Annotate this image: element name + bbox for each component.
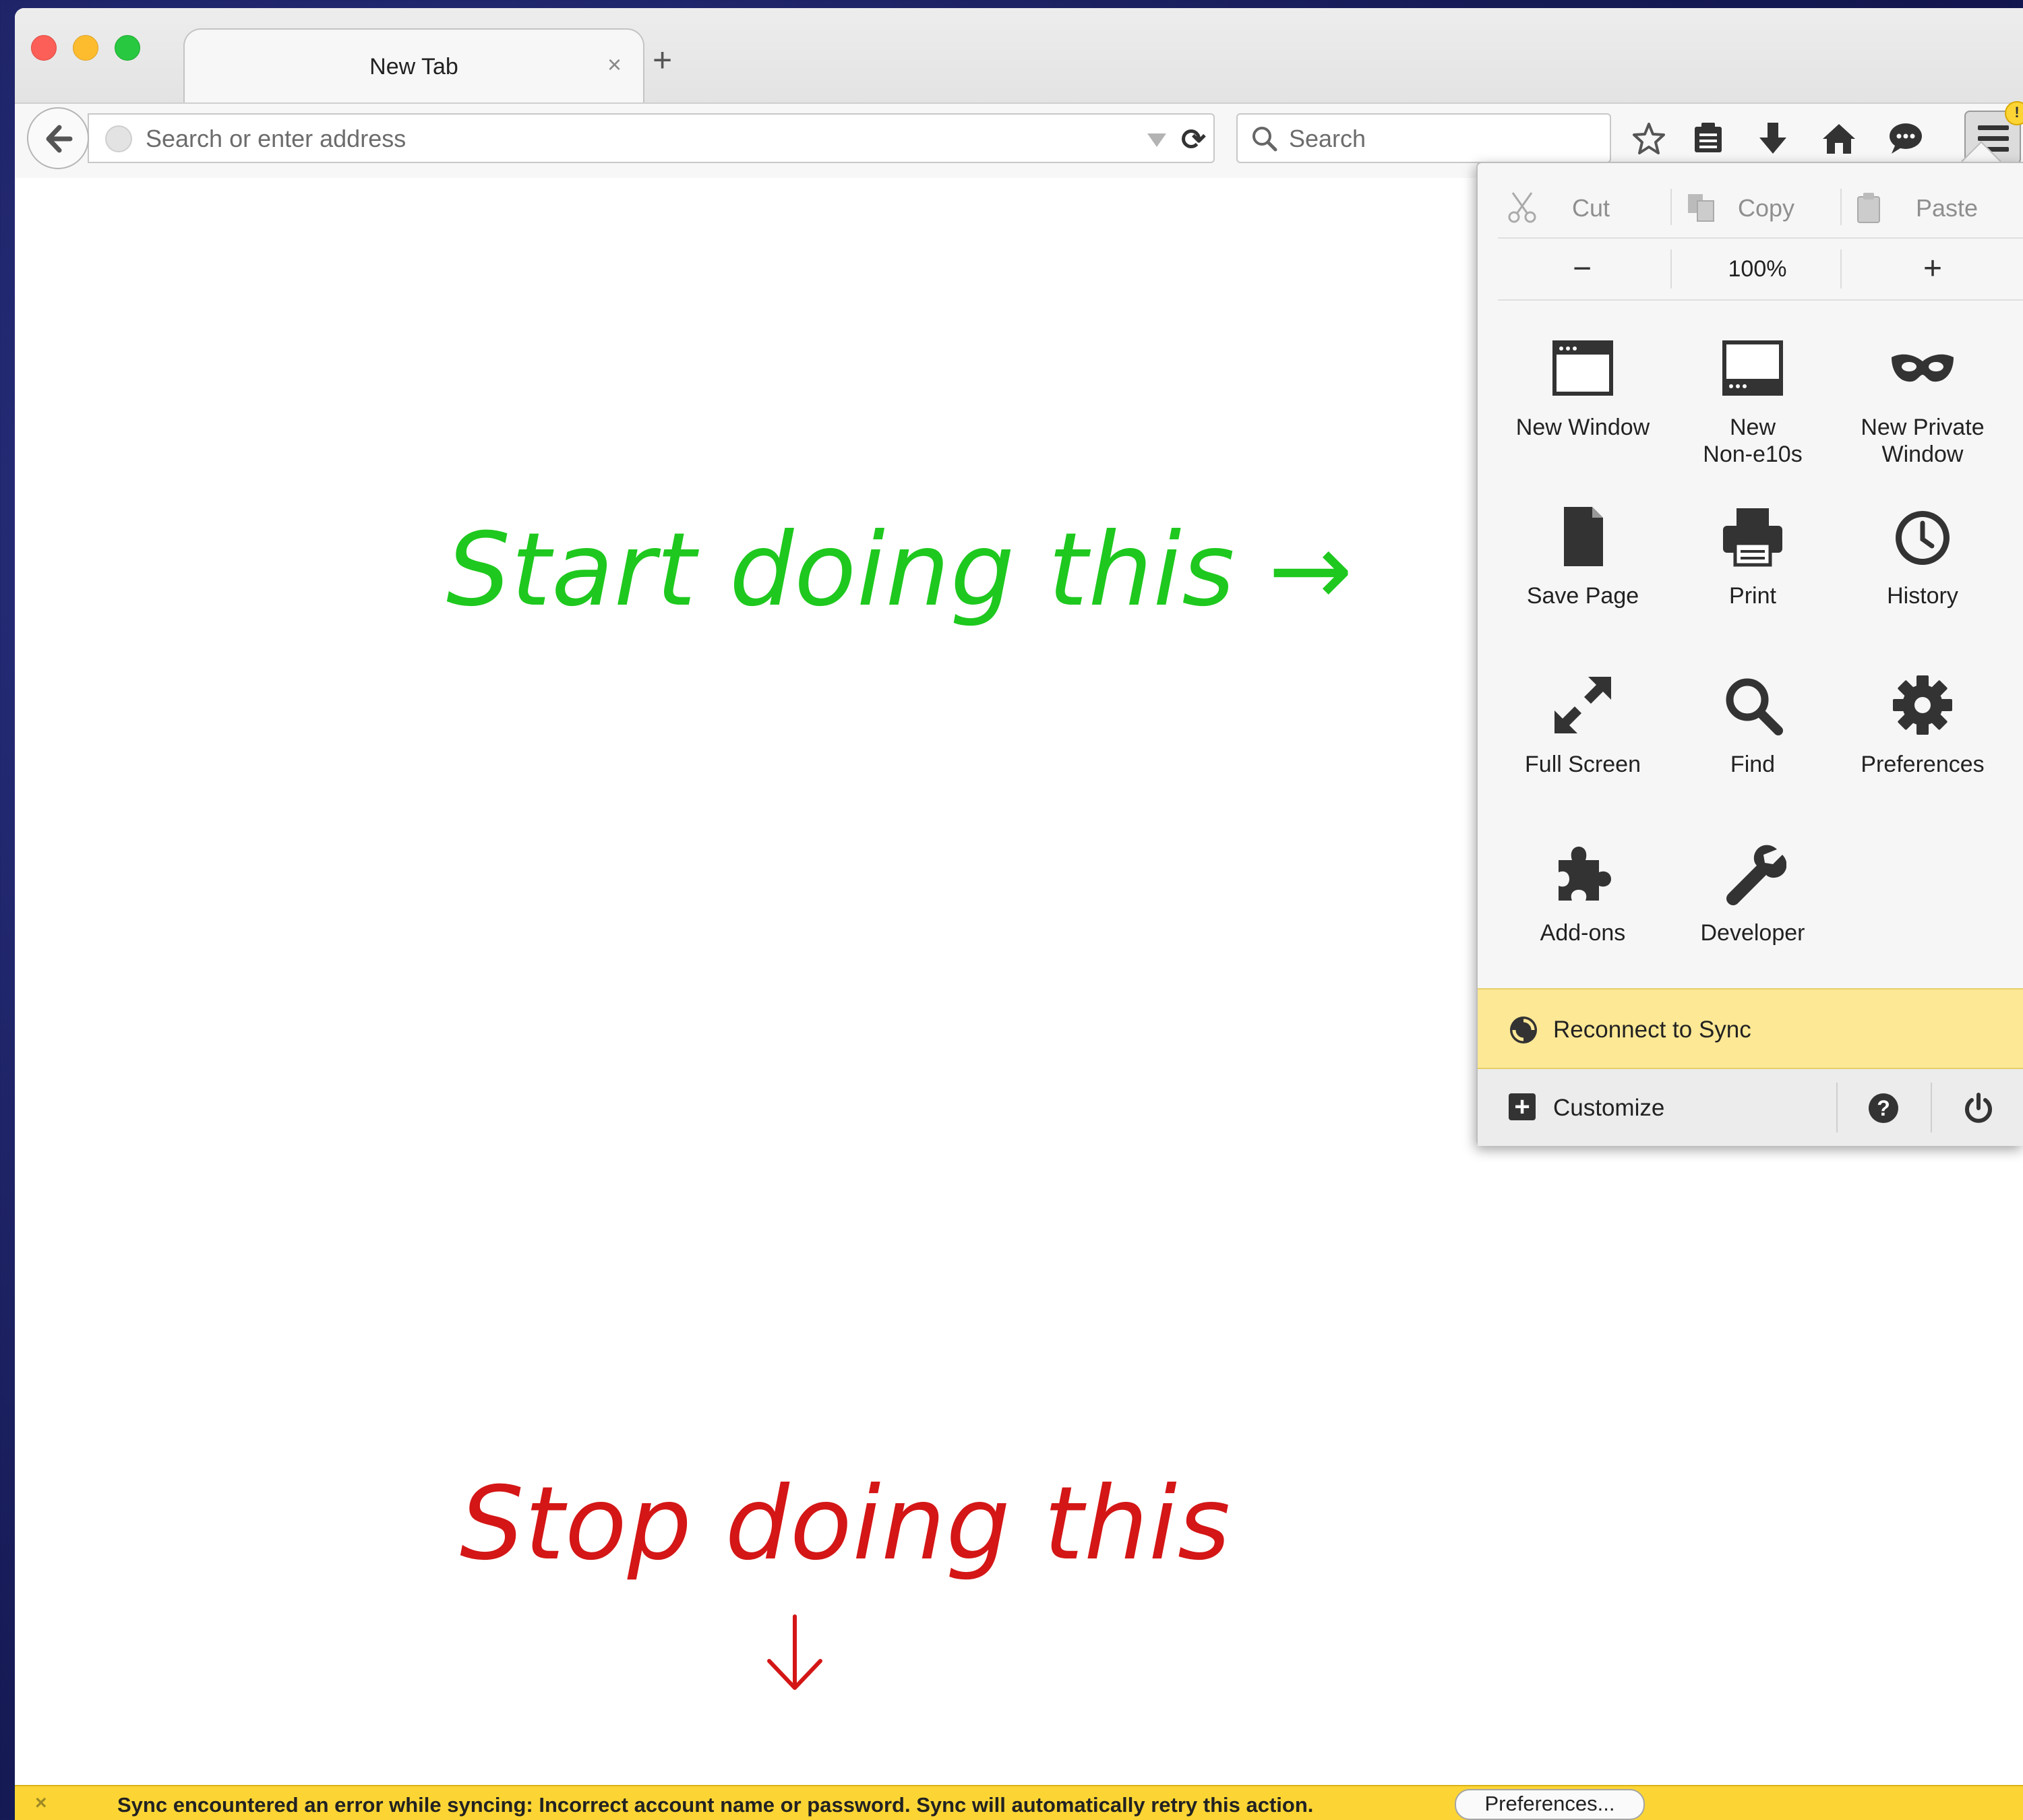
paste-clipboard-icon bbox=[1857, 193, 1880, 223]
add-ons-label: Add-ons bbox=[1540, 920, 1626, 946]
plus-box-icon: + bbox=[1509, 1093, 1536, 1120]
tab-close-icon[interactable]: × bbox=[607, 51, 622, 78]
stop-doing-annotation: Stop doing this bbox=[460, 1465, 1232, 1583]
full-screen-button[interactable]: Full Screen bbox=[1498, 671, 1668, 826]
app-menu-panel: Cut Copy Paste − 100% + New Window New N… bbox=[1476, 162, 2023, 1146]
clock-icon bbox=[1896, 511, 1950, 565]
hamburger-icon bbox=[1978, 125, 2009, 130]
puzzle-icon bbox=[1559, 847, 1611, 901]
search-input[interactable] bbox=[1288, 115, 1600, 163]
back-button[interactable] bbox=[27, 107, 89, 169]
cut-button[interactable]: Cut bbox=[1498, 177, 1666, 237]
search-bar[interactable] bbox=[1236, 113, 1611, 163]
download-icon[interactable] bbox=[1757, 121, 1789, 156]
preferences-button[interactable]: Preferences... bbox=[1455, 1789, 1645, 1820]
zoom-in-button[interactable]: + bbox=[1848, 244, 2017, 294]
back-arrow-icon bbox=[46, 125, 73, 153]
developer-button[interactable]: Developer bbox=[1668, 840, 1838, 995]
globe-icon bbox=[105, 125, 132, 152]
tab-new-tab[interactable]: New Tab × bbox=[183, 28, 644, 105]
new-window-icon bbox=[1552, 340, 1613, 396]
print-label: Print bbox=[1729, 583, 1776, 609]
power-icon[interactable] bbox=[1962, 1092, 1995, 1126]
developer-label: Developer bbox=[1700, 920, 1805, 946]
sync-icon bbox=[1510, 1017, 1537, 1043]
find-button[interactable]: Find bbox=[1668, 671, 1838, 826]
zoom-out-button[interactable]: − bbox=[1498, 244, 1666, 294]
history-dropdown-icon[interactable] bbox=[1147, 133, 1166, 147]
reading-list-icon[interactable] bbox=[1692, 121, 1724, 156]
new-non-e10s-button[interactable]: New Non-e10s bbox=[1668, 334, 1838, 489]
help-icon[interactable]: ? bbox=[1869, 1093, 1898, 1123]
zoom-reset-button[interactable]: 100% bbox=[1674, 244, 1840, 294]
save-page-icon bbox=[1564, 507, 1603, 566]
non-e10s-window-icon bbox=[1722, 340, 1783, 396]
customize-label: Customize bbox=[1553, 1095, 1665, 1121]
add-ons-button[interactable]: Add-ons bbox=[1498, 840, 1668, 995]
divider bbox=[1840, 189, 1842, 225]
divider bbox=[1836, 1083, 1838, 1132]
private-mask-icon bbox=[1892, 354, 1954, 382]
reconnect-sync-label: Reconnect to Sync bbox=[1553, 1017, 1751, 1043]
notification-message: Sync encountered an error while syncing:… bbox=[117, 1793, 1314, 1817]
tab-strip: New Tab × + bbox=[15, 8, 2023, 105]
window-close-button[interactable] bbox=[31, 35, 57, 61]
divider bbox=[1670, 189, 1672, 225]
copy-button[interactable]: Copy bbox=[1677, 177, 1846, 237]
preferences-menu-button[interactable]: Preferences bbox=[1838, 671, 2007, 826]
customize-button[interactable]: + Customize bbox=[1478, 1069, 1828, 1146]
new-window-label: New Window bbox=[1515, 415, 1650, 440]
zoom-controls: − 100% + bbox=[1498, 239, 2023, 301]
divider bbox=[1931, 1083, 1932, 1132]
printer-icon bbox=[1723, 508, 1782, 567]
print-button[interactable]: Print bbox=[1668, 503, 1838, 658]
close-icon[interactable]: × bbox=[35, 1792, 47, 1815]
home-icon[interactable] bbox=[1821, 121, 1856, 156]
warning-badge: ! bbox=[2005, 101, 2023, 125]
tab-title: New Tab bbox=[369, 54, 458, 80]
cut-label: Cut bbox=[1572, 194, 1610, 222]
magnifier-icon bbox=[1726, 678, 1783, 735]
url-input[interactable] bbox=[144, 115, 1124, 163]
url-bar[interactable]: ⟳ bbox=[88, 113, 1215, 163]
full-screen-label: Full Screen bbox=[1525, 752, 1641, 777]
search-icon bbox=[1252, 127, 1277, 152]
scissors-icon bbox=[1508, 192, 1536, 223]
new-tab-button[interactable]: + bbox=[653, 43, 672, 77]
new-private-window-button[interactable]: New Private Window bbox=[1838, 334, 2007, 489]
divider bbox=[1840, 249, 1842, 289]
save-page-label: Save Page bbox=[1526, 583, 1639, 609]
edit-controls: Cut Copy Paste bbox=[1498, 177, 2023, 239]
reload-icon[interactable]: ⟳ bbox=[1181, 123, 1206, 157]
menu-footer: + Customize ? bbox=[1478, 1069, 2023, 1146]
bookmark-star-icon[interactable] bbox=[1631, 121, 1666, 156]
window-minimize-button[interactable] bbox=[73, 35, 98, 61]
history-button[interactable]: History bbox=[1838, 503, 2007, 658]
window-maximize-button[interactable] bbox=[115, 35, 140, 61]
wrench-icon bbox=[1726, 845, 1786, 905]
hamburger-bar bbox=[1978, 136, 2009, 141]
sync-error-notification: × Sync encountered an error while syncin… bbox=[15, 1785, 2023, 1820]
divider bbox=[1670, 249, 1672, 289]
new-private-window-label: New Private Window bbox=[1861, 415, 1985, 467]
history-label: History bbox=[1887, 583, 1958, 609]
find-label: Find bbox=[1730, 752, 1776, 777]
gear-icon bbox=[1893, 675, 1952, 735]
fullscreen-arrows-icon bbox=[1554, 677, 1611, 733]
new-non-e10s-label: New Non-e10s bbox=[1703, 415, 1803, 467]
chat-icon[interactable] bbox=[1888, 121, 1924, 156]
save-page-button[interactable]: Save Page bbox=[1498, 503, 1668, 658]
reconnect-sync-button[interactable]: Reconnect to Sync bbox=[1478, 988, 2023, 1069]
paste-label: Paste bbox=[1916, 194, 1979, 222]
new-window-button[interactable]: New Window bbox=[1498, 334, 1668, 489]
down-arrow-icon bbox=[767, 1614, 822, 1690]
preferences-label: Preferences bbox=[1861, 752, 1985, 777]
paste-button[interactable]: Paste bbox=[1848, 177, 2017, 237]
copy-label: Copy bbox=[1738, 194, 1795, 222]
copy-icon bbox=[1688, 194, 1714, 222]
start-doing-annotation: Start doing this → bbox=[446, 512, 1354, 629]
